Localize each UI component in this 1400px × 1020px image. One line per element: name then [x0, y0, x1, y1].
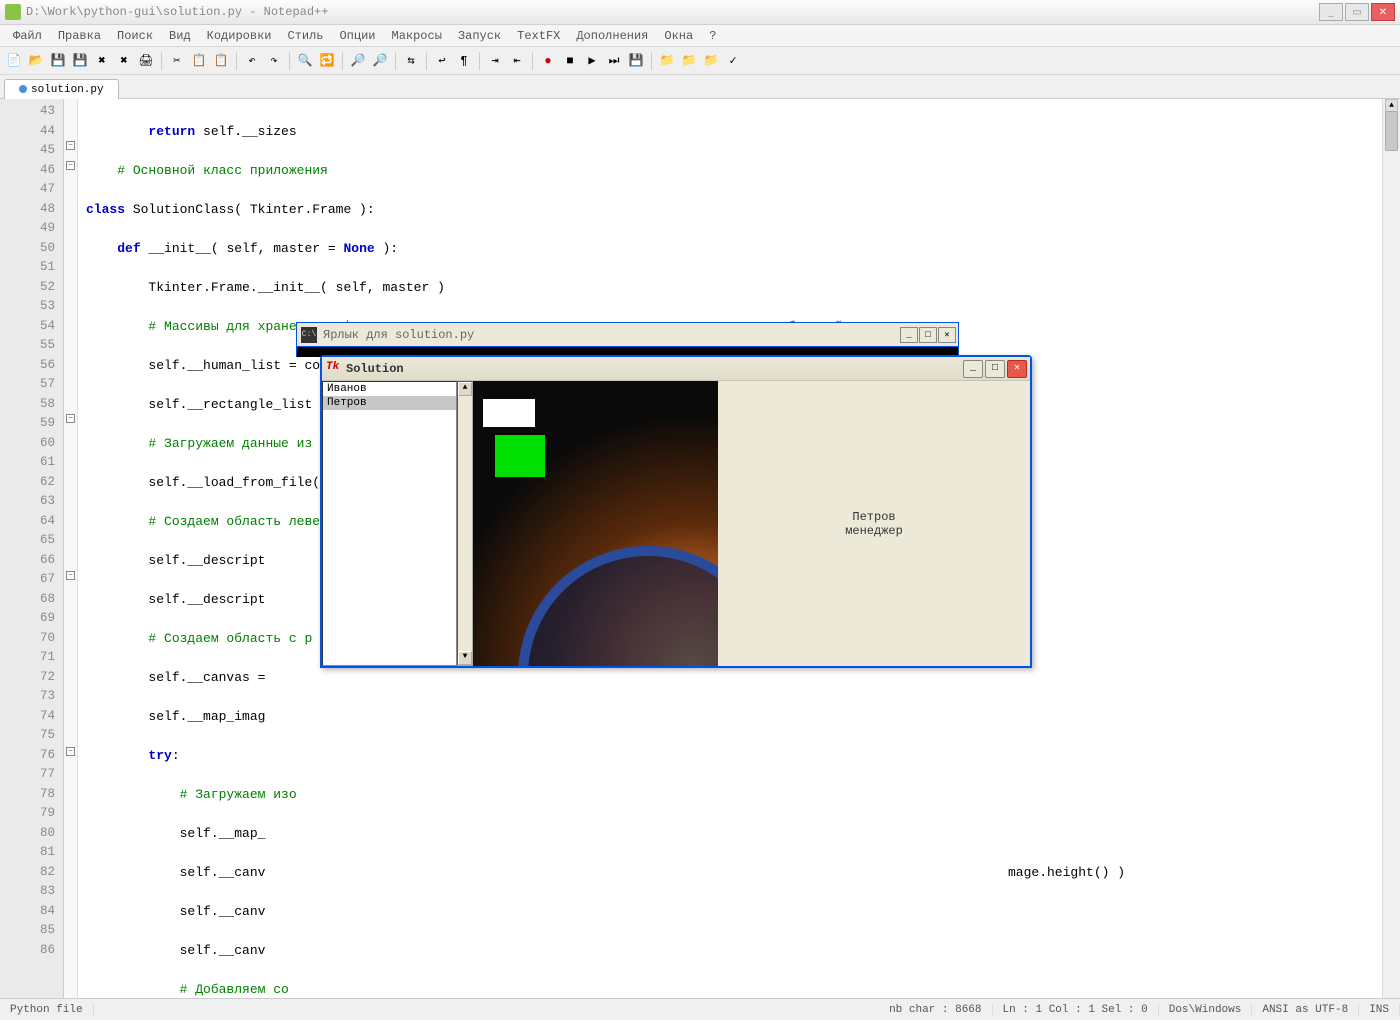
status-insert: INS	[1359, 1004, 1400, 1016]
tk-icon: Tk	[326, 361, 342, 377]
employee-rect-green[interactable]	[495, 435, 545, 477]
scroll-thumb[interactable]	[1385, 111, 1398, 151]
save-icon[interactable]: 💾	[48, 51, 68, 71]
play-multi-icon[interactable]: ⏭	[604, 51, 624, 71]
menubar: Файл Правка Поиск Вид Кодировки Стиль Оп…	[0, 25, 1400, 47]
menu-textfx[interactable]: TextFX	[509, 27, 568, 45]
employee-rect-white[interactable]	[483, 399, 535, 427]
close-button[interactable]: ✕	[1371, 3, 1395, 21]
undo-icon[interactable]: ↶	[242, 51, 262, 71]
console-icon: C:\	[301, 327, 317, 343]
redo-icon[interactable]: ↷	[264, 51, 284, 71]
menu-encodings[interactable]: Кодировки	[199, 27, 280, 45]
stop-macro-icon[interactable]: ■	[560, 51, 580, 71]
tab-label: solution.py	[31, 84, 104, 96]
status-chars: nb char : 8668	[879, 1004, 992, 1016]
status-eol: Dos\Windows	[1159, 1004, 1253, 1016]
vertical-scrollbar[interactable]: ▲ ▼	[1382, 99, 1400, 1017]
status-encoding: ANSI as UTF-8	[1252, 1004, 1359, 1016]
sync-icon[interactable]: ⇆	[401, 51, 421, 71]
maximize-button[interactable]: ▭	[1345, 3, 1369, 21]
employee-role: менеджер	[845, 524, 903, 538]
line-gutter: 4344454647484950515253545556575859606162…	[0, 99, 64, 1017]
plugin2-icon[interactable]: 📁	[679, 51, 699, 71]
employee-name: Петров	[852, 510, 895, 524]
console-maximize-button[interactable]: □	[919, 327, 937, 343]
listbox-scrollbar[interactable]: ▲ ▼	[457, 381, 473, 666]
tab-solution[interactable]: solution.py	[4, 79, 119, 99]
hidden-chars-icon[interactable]: ¶	[454, 51, 474, 71]
app-icon	[5, 4, 21, 20]
status-pos: Ln : 1 Col : 1 Sel : 0	[993, 1004, 1159, 1016]
save-all-icon[interactable]: 💾	[70, 51, 90, 71]
close-all-icon[interactable]: ✖	[114, 51, 134, 71]
menu-view[interactable]: Вид	[161, 27, 199, 45]
map-canvas[interactable]	[473, 381, 718, 666]
open-file-icon[interactable]: 📂	[26, 51, 46, 71]
solution-title: Solution	[346, 362, 963, 376]
solution-minimize-button[interactable]: _	[963, 360, 983, 378]
menu-style[interactable]: Стиль	[279, 27, 331, 45]
record-macro-icon[interactable]: ●	[538, 51, 558, 71]
menu-file[interactable]: Файл	[5, 27, 50, 45]
menu-windows[interactable]: Окна	[656, 27, 701, 45]
solution-maximize-button[interactable]: □	[985, 360, 1005, 378]
solution-titlebar[interactable]: Tk Solution _ □ ✕	[322, 357, 1030, 381]
fold-box-icon[interactable]: −	[66, 141, 75, 150]
fold-gutter[interactable]: − − − − −	[64, 99, 78, 1017]
menu-macros[interactable]: Макросы	[384, 27, 450, 45]
play-macro-icon[interactable]: ▶	[582, 51, 602, 71]
copy-icon[interactable]: 📋	[189, 51, 209, 71]
solution-close-button[interactable]: ✕	[1007, 360, 1027, 378]
fold-box-icon[interactable]: −	[66, 161, 75, 170]
replace-icon[interactable]: 🔁	[317, 51, 337, 71]
indent-icon[interactable]: ⇥	[485, 51, 505, 71]
console-close-button[interactable]: ✕	[938, 327, 956, 343]
window-title: D:\Work\python-gui\solution.py - Notepad…	[26, 5, 328, 19]
solution-window[interactable]: Tk Solution _ □ ✕ Иванов Петров ▲ ▼ Петр…	[320, 355, 1032, 668]
wrap-icon[interactable]: ↩	[432, 51, 452, 71]
zoom-out-icon[interactable]: 🔎	[370, 51, 390, 71]
menu-plugins[interactable]: Дополнения	[568, 27, 656, 45]
solution-body: Иванов Петров ▲ ▼ Петров менеджер	[322, 381, 1030, 666]
fold-box-icon[interactable]: −	[66, 571, 75, 580]
menu-help[interactable]: ?	[701, 27, 724, 45]
scroll-down-icon[interactable]: ▼	[458, 651, 472, 665]
list-item[interactable]: Иванов	[323, 382, 456, 396]
print-icon[interactable]: 🖨	[136, 51, 156, 71]
fold-box-icon[interactable]: −	[66, 747, 75, 756]
fold-box-icon[interactable]: −	[66, 414, 75, 423]
plugin3-icon[interactable]: 📁	[701, 51, 721, 71]
new-file-icon[interactable]: 📄	[4, 51, 24, 71]
tab-modified-icon	[19, 85, 27, 93]
paste-icon[interactable]: 📋	[211, 51, 231, 71]
list-item[interactable]: Петров	[323, 396, 456, 410]
employee-listbox[interactable]: Иванов Петров	[322, 381, 457, 666]
console-minimize-button[interactable]: _	[900, 327, 918, 343]
scroll-up-icon[interactable]: ▲	[458, 382, 472, 396]
spellcheck-icon[interactable]: ✓	[723, 51, 743, 71]
menu-options[interactable]: Опции	[331, 27, 383, 45]
close-file-icon[interactable]: ✖	[92, 51, 112, 71]
tabbar: solution.py	[0, 75, 1400, 99]
minimize-button[interactable]: _	[1319, 3, 1343, 21]
statusbar: Python file nb char : 8668 Ln : 1 Col : …	[0, 998, 1400, 1020]
cut-icon[interactable]: ✂	[167, 51, 187, 71]
save-macro-icon[interactable]: 💾	[626, 51, 646, 71]
toolbar: 📄 📂 💾 💾 ✖ ✖ 🖨 ✂ 📋 📋 ↶ ↷ 🔍 🔁 🔎 🔎 ⇆ ↩ ¶ ⇥ …	[0, 47, 1400, 75]
description-panel: Петров менеджер	[718, 381, 1030, 666]
find-icon[interactable]: 🔍	[295, 51, 315, 71]
menu-edit[interactable]: Правка	[50, 27, 109, 45]
outdent-icon[interactable]: ⇤	[507, 51, 527, 71]
menu-run[interactable]: Запуск	[450, 27, 509, 45]
window-titlebar: D:\Work\python-gui\solution.py - Notepad…	[0, 0, 1400, 25]
console-window-titlebar[interactable]: C:\ Ярлык для solution.py _ □ ✕	[296, 322, 959, 347]
status-lang: Python file	[0, 1004, 94, 1016]
plugin1-icon[interactable]: 📁	[657, 51, 677, 71]
zoom-in-icon[interactable]: 🔎	[348, 51, 368, 71]
menu-search[interactable]: Поиск	[109, 27, 161, 45]
console-title: Ярлык для solution.py	[321, 328, 900, 342]
